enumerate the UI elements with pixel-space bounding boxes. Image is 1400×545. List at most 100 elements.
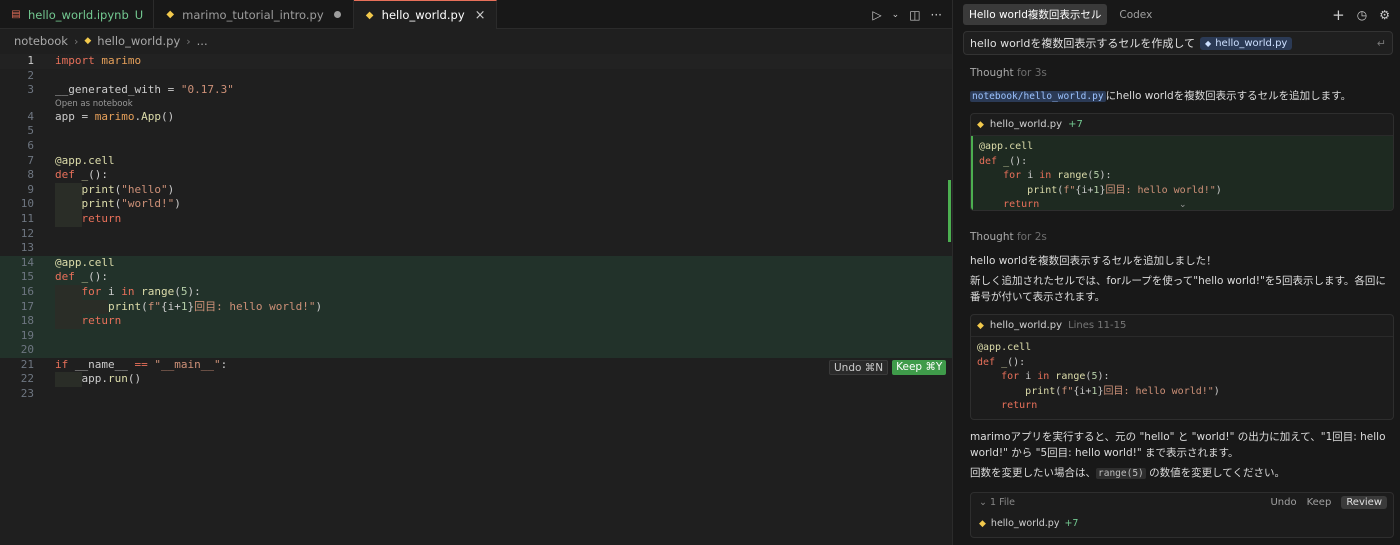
gear-icon[interactable]: ⚙ (1379, 8, 1390, 22)
edit-card: ◆ hello_world.py +7 @app.cell def _(): fo… (970, 113, 1394, 211)
code-line[interactable]: 6 (0, 139, 952, 154)
code-line[interactable]: 5 (0, 124, 952, 139)
code-line[interactable]: 8 def _(): (0, 168, 952, 183)
code-token: run (108, 372, 128, 386)
card-code-line: def _(): (977, 356, 1387, 371)
code-line[interactable]: 15 def _(): (0, 270, 952, 285)
file-context-chip[interactable]: ◆ hello_world.py (1200, 36, 1293, 50)
code-reference-header[interactable]: ◆ hello_world.py Lines 11-15 (971, 315, 1393, 337)
more-icon[interactable]: ··· (931, 8, 942, 22)
lines-added-count: +7 (1068, 119, 1083, 130)
changed-files-count: 1 File (990, 497, 1015, 508)
line-number: 13 (20, 241, 34, 255)
code-editor[interactable]: 1 import marimo 2 3 __generated_with = "0.17… (0, 54, 952, 402)
breadcrumb-file[interactable]: hello_world.py (97, 34, 180, 48)
code-line[interactable]: 23 (0, 387, 952, 402)
notebook-file-icon: ▤ (11, 9, 21, 20)
diff-gutter-bar (948, 180, 951, 242)
code-line[interactable]: 13 (0, 241, 952, 256)
code-token: @app.cell (977, 342, 1032, 353)
split-editor-icon[interactable]: ◫ (909, 8, 920, 22)
code-token: f" (1061, 385, 1074, 397)
code-token: ): (1097, 371, 1110, 382)
code-line[interactable]: 22 app.run() (0, 372, 952, 388)
undo-button[interactable]: Undo ⌘N (829, 360, 889, 375)
line-number: 5 (27, 124, 34, 138)
file-path-link[interactable]: notebook/hello_world.py (970, 91, 1106, 102)
line-number: 23 (20, 387, 34, 401)
line-text: __generated_with = "0.17.3" (55, 83, 234, 98)
code-token: in (1037, 371, 1056, 382)
code-line[interactable]: 9 print("hello") (0, 182, 952, 198)
history-icon[interactable]: ◷ (1357, 8, 1367, 22)
code-token: if (55, 357, 75, 371)
code-token: ) (174, 197, 181, 211)
new-chat-icon[interactable]: + (1332, 6, 1345, 24)
chevron-right-icon: › (186, 34, 191, 48)
line-text: if __name__ == "__main__": (55, 358, 227, 373)
changed-files-toggle[interactable]: ⌄ 1 File (979, 497, 1015, 508)
code-token: marimo (101, 54, 142, 67)
tab-label: hello_world.py (381, 8, 465, 22)
code-line[interactable]: 16 for i in range(5): (0, 284, 952, 300)
thought-indicator[interactable]: Thought for 3s (970, 67, 1394, 79)
code-line[interactable]: 18 return (0, 314, 952, 329)
card-code-line: print(f"{i+1}回目: hello world!") (979, 184, 1387, 199)
tab-marimo-tutorial-intro[interactable]: ◆ marimo_tutorial_intro.py (154, 0, 354, 29)
expand-chevron-icon[interactable]: ⌄ (1179, 200, 1187, 210)
code-token: App (141, 109, 161, 123)
code-reference-file: hello_world.py (989, 320, 1063, 331)
code-line[interactable]: 7 @app.cell (0, 154, 952, 169)
code-token: for (81, 284, 108, 298)
code-line[interactable]: 14 @app.cell (0, 255, 952, 271)
code-line[interactable]: 19 (0, 328, 952, 344)
changed-file-name: hello_world.py (990, 518, 1060, 529)
keep-all-button[interactable]: Keep (1307, 497, 1332, 508)
code-token: @app.cell (55, 153, 115, 167)
code-token: return (1003, 199, 1040, 210)
line-text: def _(): (55, 168, 108, 183)
git-untracked-badge: U (134, 7, 144, 22)
indent-guide (55, 197, 82, 212)
code-token: i (1025, 371, 1038, 382)
tab-hello-world-py[interactable]: ◆ hello_world.py × (353, 0, 497, 29)
chat-tab-codex[interactable]: Codex (1113, 6, 1158, 24)
card-code-line: for i in range(5): (977, 370, 1387, 385)
code-line[interactable]: 17 print(f"{i+1}回目: hello world!") (0, 299, 952, 315)
code-token: @app.cell (55, 255, 115, 269)
return-icon[interactable]: ↵ (1377, 37, 1386, 50)
chevron-down-icon[interactable]: ⌄ (892, 10, 900, 20)
code-line[interactable]: 1 import marimo (0, 54, 952, 69)
tab-hello-world-ipynb[interactable]: ▤ hello_world.ipynb U (0, 0, 155, 29)
code-line[interactable]: 2 (0, 69, 952, 84)
code-line[interactable]: 4 app = marimo.App() (0, 110, 952, 125)
indent-guide (55, 314, 82, 329)
thought-indicator[interactable]: Thought for 2s (970, 231, 1394, 243)
line-text: @app.cell (55, 154, 115, 169)
run-icon[interactable]: ▷ (872, 8, 881, 22)
assistant-message: 回数を変更したい場合は、 range(5) の数値を変更してください。 (970, 466, 1394, 482)
line-number: 11 (20, 211, 34, 225)
code-line[interactable]: 11 return (0, 211, 952, 227)
close-icon[interactable]: × (475, 8, 486, 23)
breadcrumb-folder[interactable]: notebook (14, 34, 68, 48)
code-token: "0.17.3" (180, 83, 234, 97)
code-line[interactable]: 3 __generated_with = "0.17.3" (0, 83, 952, 98)
code-line[interactable]: 10 print("world!") (0, 197, 952, 212)
unsaved-dot-icon[interactable] (333, 11, 341, 18)
edit-card-header[interactable]: ◆ hello_world.py +7 (971, 114, 1393, 136)
code-line[interactable]: 21 if __name__ == "__main__": (0, 358, 952, 373)
code-line[interactable]: 20 (0, 343, 952, 358)
code-line[interactable]: 12 (0, 227, 952, 242)
user-prompt[interactable]: hello worldを複数回表示するセルを作成して ◆ hello_world… (963, 31, 1393, 55)
chat-tab-current[interactable]: Hello world複数回表示セル (963, 4, 1108, 25)
undo-all-button[interactable]: Undo (1270, 497, 1296, 508)
code-token: in (121, 284, 142, 298)
changed-file-item[interactable]: ◆ hello_world.py +7 (979, 518, 1078, 529)
line-text: print(f"{i+1}回目: hello world!") (55, 299, 322, 315)
keep-button[interactable]: Keep ⌘Y (892, 360, 947, 375)
review-button[interactable]: Review (1341, 496, 1387, 509)
message-text: 回数を変更したい場合は、 (970, 467, 1096, 479)
breadcrumb-more[interactable]: ... (197, 34, 208, 48)
